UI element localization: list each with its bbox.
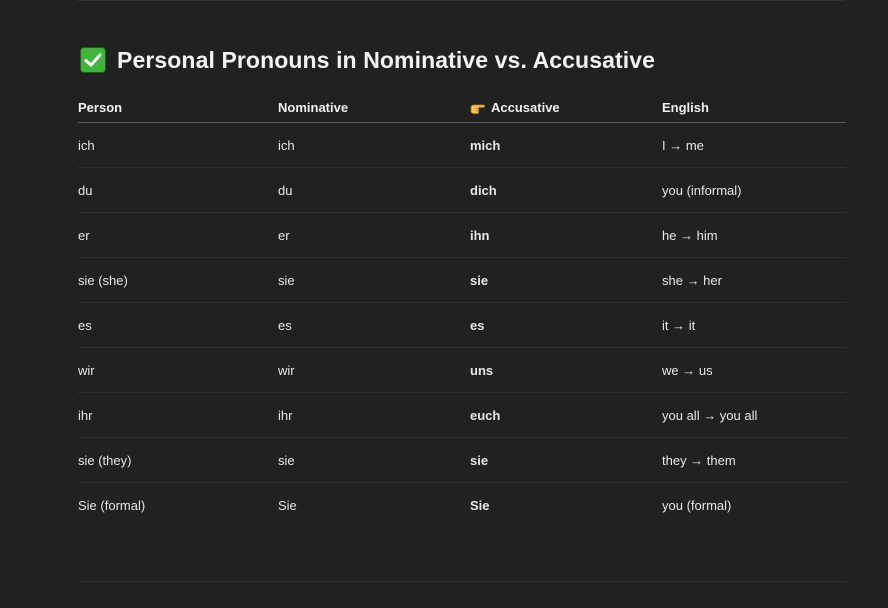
cell-english: you all → you all	[662, 392, 846, 438]
bottom-divider	[78, 581, 846, 582]
section-heading: Personal Pronouns in Nominative vs. Accu…	[80, 44, 655, 76]
cell-accusative: sie	[470, 437, 662, 483]
cell-person: Sie (formal)	[78, 497, 146, 513]
cell-nominative: sie	[278, 257, 470, 303]
cell-english: she → her	[662, 257, 846, 303]
cell-person: er	[78, 212, 278, 258]
table-row: er er ihn he → him	[78, 212, 846, 258]
cell-accusative: dich	[470, 167, 662, 213]
cell-english: they → them	[662, 437, 846, 483]
header-nominative: Nominative	[278, 92, 470, 123]
header-person: Person	[78, 92, 278, 123]
table-row: sie (they) sie sie they → them	[78, 437, 846, 483]
cell-nominative: er	[278, 212, 470, 258]
cell-accusative: sie	[470, 257, 662, 303]
cell-english: I → me	[662, 122, 846, 168]
table-row: du du dich you (informal)	[78, 167, 846, 213]
cell-person: wir	[78, 347, 278, 393]
cell-english: it → it	[662, 302, 846, 348]
cell-person: ich	[78, 122, 278, 168]
cell-nominative: ich	[278, 122, 470, 168]
cell-english: we → us	[662, 347, 846, 393]
cell-person: sie (she)	[78, 257, 278, 303]
section-title: Personal Pronouns in Nominative vs. Accu…	[117, 46, 656, 73]
cell-person: es	[78, 302, 278, 348]
cell-nominative: du	[278, 167, 470, 213]
cell-accusative: ihn	[470, 212, 662, 258]
top-divider	[78, 0, 846, 1]
table-header-row: Person Nominative Accusative English	[78, 92, 846, 123]
table-row: ich ich mich I → me	[78, 122, 846, 168]
cell-english: you (formal)	[662, 497, 732, 513]
pointing-hand-icon	[470, 102, 485, 114]
pronoun-table: Person Nominative Accusative English ich…	[78, 92, 846, 527]
cell-english: he → him	[662, 212, 846, 258]
cell-person: ihr	[78, 392, 278, 438]
cell-nominative: ihr	[278, 392, 470, 438]
cell-nominative: sie	[278, 437, 470, 483]
cell-person: sie (they)	[78, 437, 278, 483]
cell-nominative: wir	[278, 347, 470, 393]
cell-person: du	[78, 167, 278, 213]
table-row: es es es it → it	[78, 302, 846, 348]
cell-accusative: mich	[470, 122, 662, 168]
cell-nominative: Sie	[278, 497, 297, 513]
table-row: wir wir uns we → us	[78, 347, 846, 393]
table-row: sie (she) sie sie she → her	[78, 257, 846, 303]
cell-accusative: Sie	[470, 497, 490, 513]
table-row: Sie (formal) Sie Sie you (formal)	[78, 483, 846, 528]
cell-nominative: es	[278, 302, 470, 348]
check-mark-button-icon	[80, 47, 106, 73]
header-accusative-label: Accusative	[491, 99, 560, 115]
header-accusative: Accusative	[470, 92, 662, 123]
chat-message-content: Personal Pronouns in Nominative vs. Accu…	[0, 0, 888, 608]
cell-english: you (informal)	[662, 167, 846, 213]
cell-accusative: uns	[470, 347, 662, 393]
cell-accusative: es	[470, 302, 662, 348]
cell-accusative: euch	[470, 392, 662, 438]
header-english: English	[662, 92, 846, 123]
table-row: ihr ihr euch you all → you all	[78, 392, 846, 438]
